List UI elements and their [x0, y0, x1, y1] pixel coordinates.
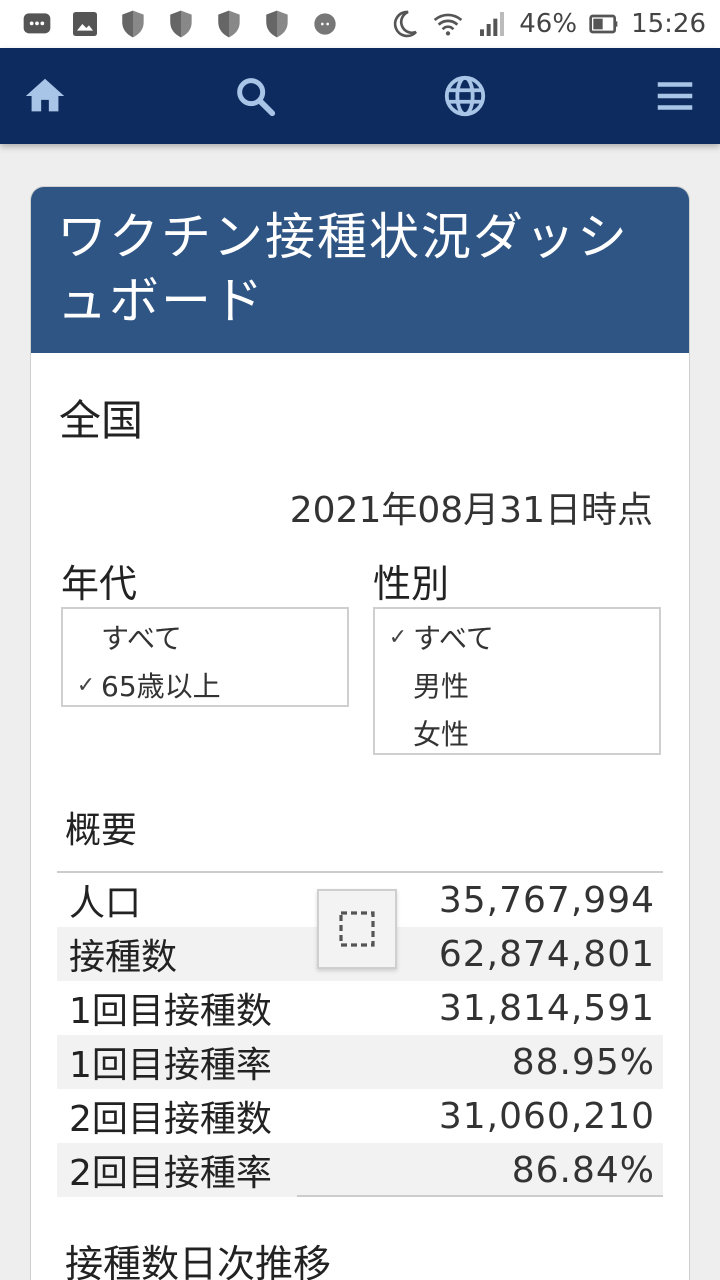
age-filter-list: すべて ✓ 65歳以上	[61, 607, 349, 707]
region-title: 全国	[59, 396, 144, 445]
wifi-icon	[431, 7, 465, 41]
signal-icon	[475, 7, 509, 41]
row-value: 35,767,994	[438, 879, 655, 921]
sex-option-all[interactable]: ✓ すべて	[375, 613, 659, 661]
message-icon	[20, 7, 54, 41]
as-of-date: 2021年08月31日時点	[289, 490, 653, 531]
image-icon	[68, 7, 102, 41]
focus-frame-icon	[339, 911, 375, 947]
summary-title: 概要	[65, 810, 138, 851]
status-bar: 46% 15:26	[0, 0, 720, 48]
dashboard-card: ワクチン接種状況ダッシュボード 全国 2021年08月31日時点 年代 すべて …	[30, 186, 690, 1280]
trend-title: 接種数日次推移	[65, 1242, 332, 1280]
row-label: 2回目接種率	[69, 1153, 272, 1194]
shield-icon	[164, 7, 198, 41]
age-filter-label: 年代	[61, 562, 138, 606]
sex-filter-label: 性別	[373, 562, 450, 606]
home-button[interactable]	[20, 71, 70, 121]
row-value: 31,814,591	[438, 987, 655, 1029]
sex-filter-list: ✓ すべて 男性 女性	[373, 607, 661, 755]
battery-icon	[587, 7, 621, 41]
sex-option-male[interactable]: 男性	[375, 661, 659, 709]
battery-percent: 46%	[519, 9, 578, 39]
table-row: 1回目接種数 31,814,591	[57, 981, 663, 1035]
check-icon: ✓	[388, 624, 408, 650]
row-label: 1回目接種率	[69, 1045, 272, 1086]
globe-icon	[444, 75, 486, 117]
table-divider	[297, 1195, 663, 1197]
sex-option-female[interactable]: 女性	[375, 709, 659, 757]
search-button[interactable]	[230, 71, 280, 121]
row-value: 62,874,801	[438, 933, 655, 975]
row-label: 人口	[69, 883, 142, 924]
card-title: ワクチン接種状況ダッシュボード	[31, 187, 689, 353]
table-row: 2回目接種数 31,060,210	[57, 1089, 663, 1143]
row-value: 86.84%	[511, 1149, 655, 1191]
table-row: 2回目接種率 86.84%	[57, 1143, 663, 1197]
row-label: 2回目接種数	[69, 1099, 272, 1140]
moon-icon	[387, 7, 421, 41]
language-button[interactable]	[440, 71, 490, 121]
search-icon	[237, 78, 276, 117]
age-option-all[interactable]: すべて	[63, 613, 347, 661]
age-option-65-plus[interactable]: ✓ 65歳以上	[63, 661, 347, 709]
table-row: 1回目接種率 88.95%	[57, 1035, 663, 1089]
shield-icon	[212, 7, 246, 41]
shield-icon	[260, 7, 294, 41]
shield-icon	[116, 7, 150, 41]
clock: 15:26	[631, 9, 706, 39]
check-icon: ✓	[76, 672, 96, 698]
focus-mode-button[interactable]	[317, 889, 397, 969]
home-icon	[25, 78, 65, 112]
row-value: 31,060,210	[438, 1095, 655, 1137]
sheep-icon	[308, 7, 342, 41]
menu-icon	[657, 82, 693, 110]
row-label: 1回目接種数	[69, 991, 272, 1032]
nav-bar	[0, 48, 720, 144]
menu-button[interactable]	[650, 71, 700, 121]
row-value: 88.95%	[511, 1041, 655, 1083]
row-label: 接種数	[69, 937, 178, 978]
